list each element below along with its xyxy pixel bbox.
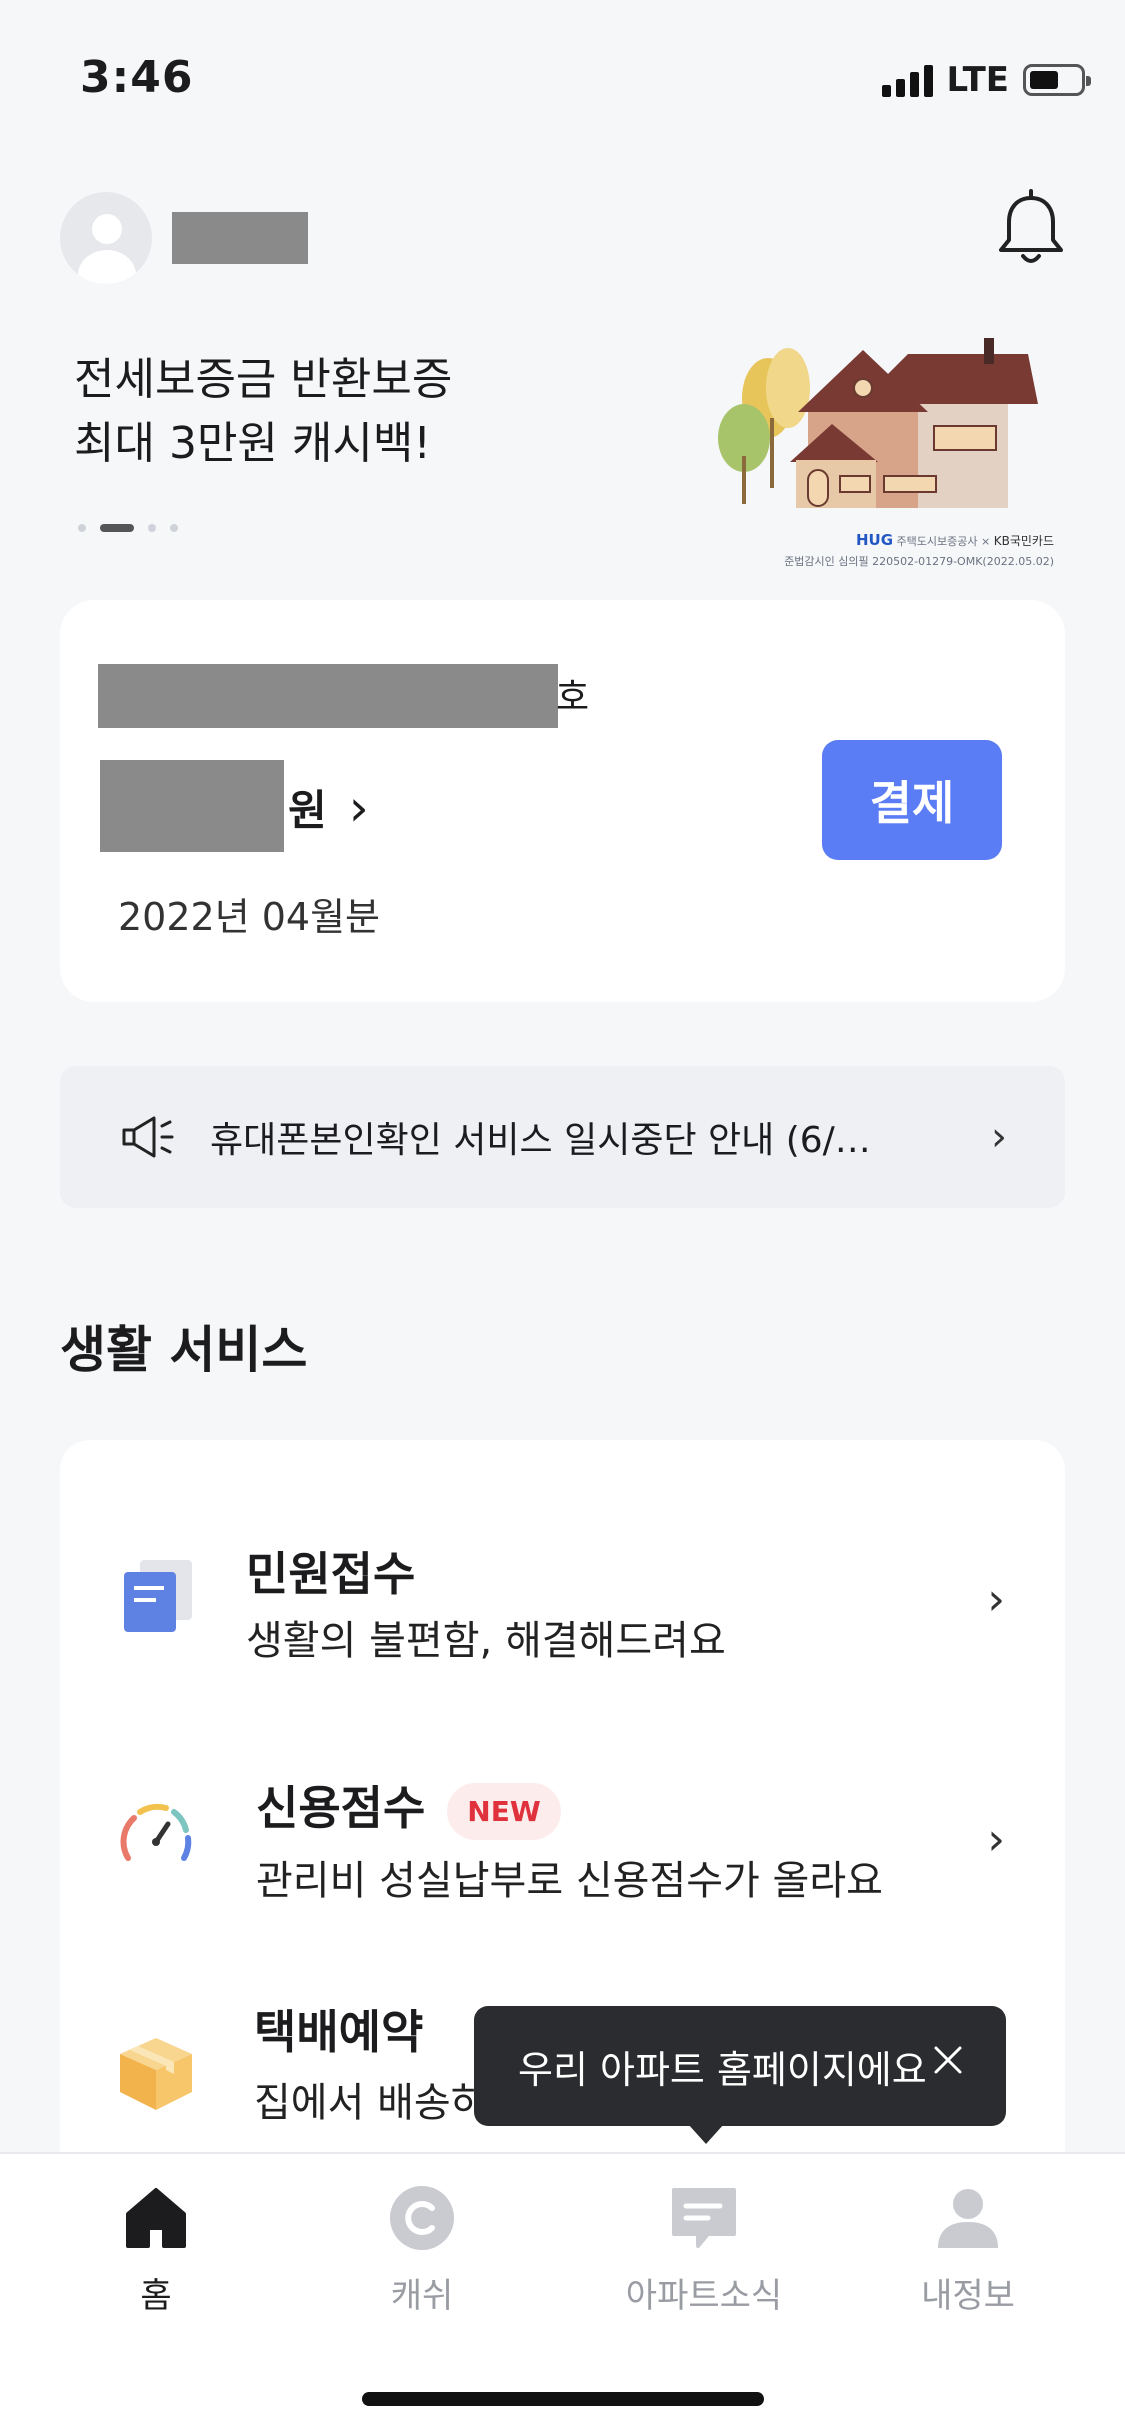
signal-icon xyxy=(881,63,933,97)
tab-apartment-news[interactable]: 아파트소식 xyxy=(604,2182,804,2317)
pagination-dot[interactable] xyxy=(148,524,156,532)
home-indicator[interactable] xyxy=(362,2392,764,2406)
battery-icon xyxy=(1023,64,1091,96)
notice-banner[interactable]: 휴대폰본인확인 서비스 일시중단 안내 (6/… › xyxy=(60,1066,1065,1208)
network-label: LTE xyxy=(946,60,1009,100)
redacted-user-name xyxy=(172,212,308,264)
pagination-dot[interactable] xyxy=(100,524,134,532)
service-item-complaint[interactable]: 민원접수 생활의 불편함, 해결해드려요 › xyxy=(60,1504,1065,1694)
tab-label: 홈 xyxy=(140,2276,172,2316)
bill-amount-row[interactable]: 70 원 › xyxy=(100,750,369,852)
service-desc: 생활의 불편함, 해결해드려요 xyxy=(246,1618,726,1664)
tooltip-arrow xyxy=(688,2124,724,2144)
chevron-right-icon[interactable]: › xyxy=(349,779,369,837)
gauge-icon xyxy=(120,1803,192,1861)
service-title: 신용점수 NEW xyxy=(256,1772,561,1840)
pagination-dot[interactable] xyxy=(170,524,178,532)
tab-label: 아파트소식 xyxy=(625,2276,783,2316)
status-indicators: LTE xyxy=(881,60,1091,100)
home-icon xyxy=(126,2188,186,2248)
section-title: 생활 서비스 xyxy=(60,1321,308,1379)
package-icon xyxy=(120,2038,192,2110)
chevron-right-icon[interactable]: › xyxy=(987,1814,1005,1865)
tab-label: 내정보 xyxy=(921,2276,1015,2316)
unit-suffix: 호 xyxy=(556,677,590,718)
new-badge: NEW xyxy=(447,1783,561,1840)
service-title-text: 신용점수 xyxy=(256,1781,426,1835)
bill-month: 2022년 04월분 xyxy=(118,895,381,939)
promo-banner[interactable]: 전세보증금 반환보증 최대 3만원 캐시백! HUG 주택도시보증공사 × KB… xyxy=(74,338,1074,588)
bell-icon[interactable] xyxy=(995,188,1067,268)
pagination-dot[interactable] xyxy=(78,524,86,532)
service-title: 민원접수 xyxy=(246,1547,416,1601)
kb-logo: KB국민카드 xyxy=(993,534,1054,548)
redacted-address xyxy=(98,664,558,728)
tooltip-text: 우리 아파트 홈페이지에요 xyxy=(518,2047,927,2092)
service-desc: 관리비 성실납부로 신용점수가 올라요 xyxy=(256,1858,883,1904)
cash-icon xyxy=(390,2186,454,2250)
house-illustration xyxy=(718,338,1038,508)
hug-name: 주택도시보증공사 xyxy=(896,535,978,548)
profile-header[interactable] xyxy=(60,192,308,284)
notice-text: 휴대폰본인확인 서비스 일시중단 안내 (6/… xyxy=(210,1120,871,1161)
chevron-right-icon[interactable]: › xyxy=(987,1574,1005,1625)
status-time: 3:46 xyxy=(80,52,194,103)
service-title: 택배예약 xyxy=(254,2005,424,2059)
banner-sponsor: HUG 주택도시보증공사 × KB국민카드 준법감시인 심의필 220502-0… xyxy=(784,530,1054,572)
chat-icon xyxy=(672,2188,736,2248)
service-item-credit[interactable]: 신용점수 NEW 관리비 성실납부로 신용점수가 올라요 › xyxy=(60,1744,1065,1934)
tab-label: 캐쉬 xyxy=(390,2276,454,2316)
tab-cash[interactable]: 캐쉬 xyxy=(322,2182,522,2317)
document-icon xyxy=(124,1560,192,1632)
tab-home[interactable]: 홈 xyxy=(56,2182,256,2317)
approval-text: 준법감시인 심의필 220502-01279-OMK(2022.05.02) xyxy=(784,555,1054,568)
avatar[interactable] xyxy=(60,192,152,284)
close-icon[interactable] xyxy=(928,2040,968,2080)
megaphone-icon xyxy=(122,1116,174,1158)
redacted-amount xyxy=(100,760,284,852)
currency-label: 원 xyxy=(288,786,327,835)
status-bar: 3:46 LTE xyxy=(0,0,1125,150)
pay-button[interactable]: 결제 xyxy=(822,740,1002,860)
tab-my-info[interactable]: 내정보 xyxy=(868,2182,1068,2317)
banner-pagination xyxy=(78,524,178,532)
hug-logo: HUG xyxy=(856,531,894,549)
chevron-right-icon[interactable]: › xyxy=(991,1114,1007,1160)
bill-card[interactable]: 호 70 원 › 2022년 04월분 결제 xyxy=(60,600,1065,1002)
person-icon xyxy=(938,2189,998,2248)
tooltip: 우리 아파트 홈페이지에요 xyxy=(474,2006,1006,2144)
